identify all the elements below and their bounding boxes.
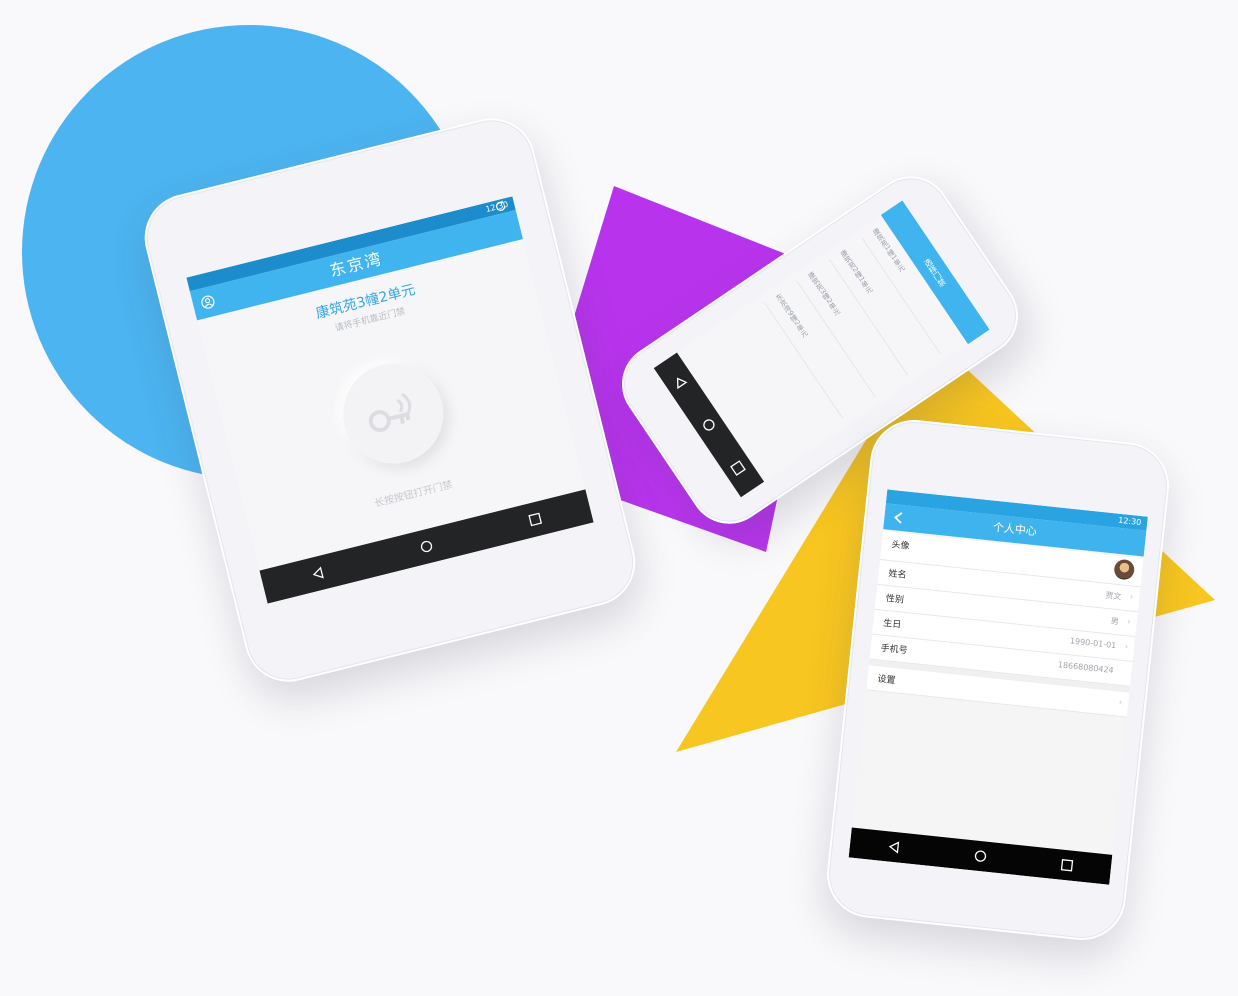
- chevron-right-icon: ›: [1118, 697, 1123, 709]
- row-value: 18668080424: [1057, 660, 1115, 676]
- android-nav-bar: [848, 827, 1113, 885]
- illustration-stage: 12:30 东京湾 康筑苑3幢2单元 请将手机靠近门禁 长按按钮打开门禁 康筑苑…: [0, 0, 1238, 996]
- user-icon[interactable]: [199, 294, 216, 311]
- back-nav-icon[interactable]: [670, 372, 689, 391]
- phone-profile-screen: 12:30 个人中心 头像 姓名 贾文 › 性别 男 › 生日 1990-01-…: [822, 415, 1174, 945]
- page-title: 个人中心: [992, 520, 1038, 539]
- chevron-right-icon: ›: [1129, 592, 1134, 603]
- chevron-right-icon: ›: [1126, 617, 1132, 628]
- row-value: 贾文: [1104, 590, 1122, 602]
- unlock-screen: 12:30 东京湾 康筑苑3幢2单元 请将手机靠近门禁 长按按钮打开门禁: [186, 196, 594, 604]
- back-nav-icon[interactable]: [886, 839, 901, 854]
- refresh-icon[interactable]: [493, 199, 508, 214]
- row-label: 姓名: [887, 568, 907, 581]
- row-value: 1990-01-01: [1069, 636, 1117, 651]
- status-time: 12:30: [1117, 515, 1142, 528]
- home-nav-icon[interactable]: [418, 538, 435, 555]
- home-nav-icon[interactable]: [699, 415, 718, 434]
- key-signal-icon: [368, 392, 412, 433]
- row-label: 设置: [876, 674, 896, 687]
- row-label: 生日: [882, 618, 902, 631]
- app-title: 东京湾: [327, 248, 385, 281]
- android-nav-bar: [259, 489, 594, 604]
- row-label: 性别: [885, 593, 905, 606]
- home-nav-icon[interactable]: [973, 848, 988, 863]
- recents-nav-icon[interactable]: [527, 511, 544, 528]
- profile-screen: 12:30 个人中心 头像 姓名 贾文 › 性别 男 › 生日 1990-01-…: [848, 489, 1148, 885]
- avatar: [1113, 558, 1136, 581]
- profile-list: 头像 姓名 贾文 › 性别 男 › 生日 1990-01-01 › 手机号 18…: [866, 531, 1144, 718]
- row-label: 头像: [890, 540, 910, 552]
- open-door-button[interactable]: [332, 352, 454, 475]
- chevron-right-icon: ›: [1124, 642, 1129, 653]
- row-label: 手机号: [880, 643, 909, 657]
- recents-nav-icon[interactable]: [728, 458, 747, 477]
- recents-nav-icon[interactable]: [1060, 858, 1075, 873]
- row-value: 男: [1110, 616, 1120, 627]
- back-nav-icon[interactable]: [309, 565, 326, 582]
- back-arrow-icon[interactable]: [892, 510, 905, 525]
